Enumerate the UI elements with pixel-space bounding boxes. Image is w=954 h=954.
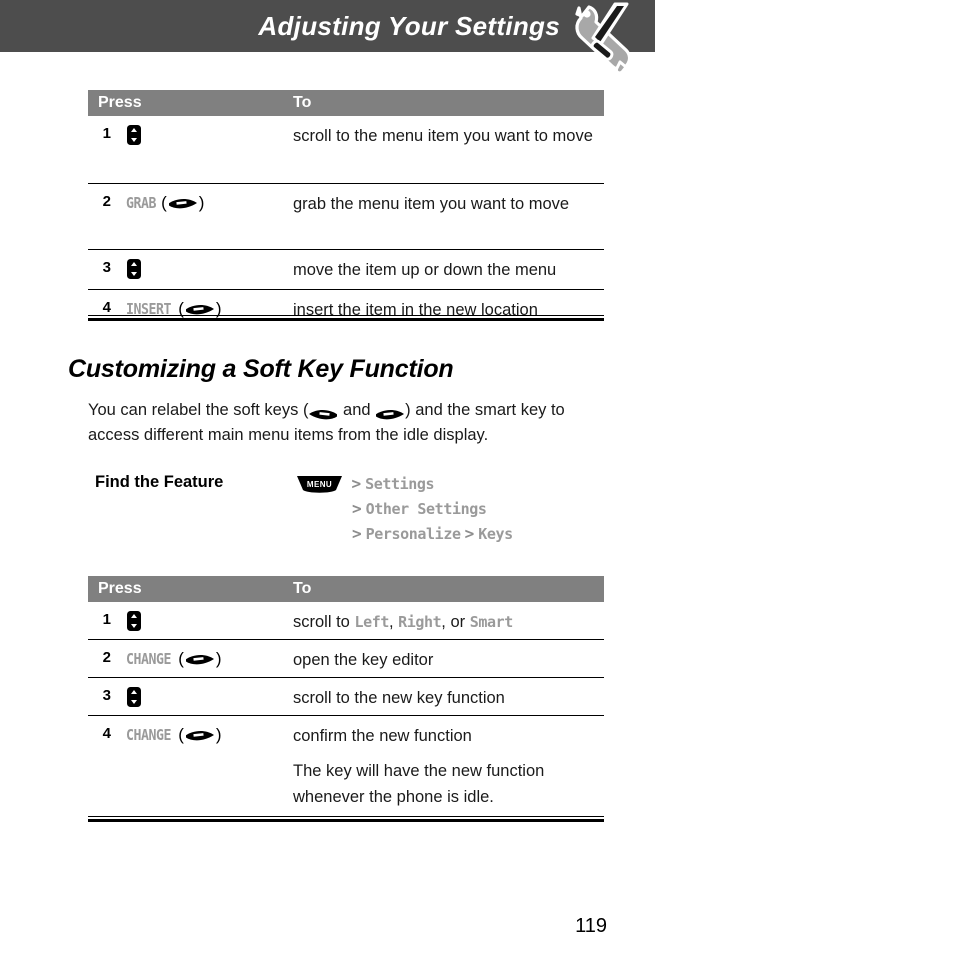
step-key-cell <box>126 256 142 282</box>
page-number: 119 <box>575 915 607 937</box>
paren-close: ) <box>215 725 222 744</box>
scroll-key-icon <box>126 686 142 708</box>
menu-path-item-keys: Keys <box>478 525 513 543</box>
step-number: 4 <box>102 299 111 316</box>
scroll-key-icon <box>126 124 142 146</box>
step-key-cell: CHANGE ( ) <box>126 646 223 672</box>
table-row: 1 scroll to the menu item you want to mo… <box>88 116 604 184</box>
step-number: 1 <box>102 611 111 628</box>
table-row: 3 scroll to the new key function <box>88 678 604 716</box>
body-text-part1: You can relabel the soft keys ( <box>88 401 309 419</box>
table-row: 1 scroll to Left, Right, or Smart <box>88 602 604 640</box>
option-left: Left <box>354 613 389 631</box>
desc-prefix: scroll to <box>293 613 355 631</box>
page-title: Adjusting Your Settings <box>258 11 560 41</box>
paren-open: ( <box>178 725 184 744</box>
step-description: scroll to the menu item you want to move <box>293 127 593 145</box>
scroll-key-icon <box>126 258 142 280</box>
table-row: 2 GRAB ( ) grab the menu item you want t… <box>88 184 604 250</box>
table-row: 2 CHANGE ( ) open the key editor <box>88 640 604 678</box>
soft-key-label: CHANGE <box>126 650 172 668</box>
step-number: 3 <box>102 687 111 704</box>
paren-close: ) <box>198 193 205 212</box>
step-description: open the key editor <box>293 651 434 669</box>
step-description: scroll to Left, Right, or Smart <box>293 609 598 635</box>
step-description: scroll to the new key function <box>293 689 505 707</box>
step-description-line1: confirm the new function <box>293 727 472 745</box>
menu-path-line-3: > Personalize > Keys <box>296 521 513 546</box>
step-description: grab the menu item you want to move <box>293 195 570 213</box>
step-number: 1 <box>102 125 111 142</box>
section-body-paragraph: You can relabel the soft keys ( and ) an… <box>88 398 613 448</box>
column-header-to: To <box>293 580 312 597</box>
menu-path-item-other-settings: Other Settings <box>365 500 487 518</box>
page-header-banner: Adjusting Your Settings <box>0 0 655 52</box>
move-menu-item-table: Press To 1 scroll to the menu item you w… <box>88 90 604 328</box>
column-header-press: Press <box>98 94 142 111</box>
path-separator: > <box>352 524 362 543</box>
step-number: 2 <box>102 649 111 666</box>
right-soft-key-icon <box>185 302 215 316</box>
menu-path-line-2: > Other Settings <box>296 496 513 521</box>
right-soft-key-icon <box>375 404 405 419</box>
wrench-screwdriver-icon <box>565 2 655 75</box>
path-separator: > <box>351 474 362 493</box>
table-bottom-rule <box>88 816 604 822</box>
step-key-cell: GRAB ( ) <box>126 190 205 216</box>
menu-path-item-personalize: Personalize <box>365 525 461 543</box>
find-the-feature-label: Find the Feature <box>95 473 224 491</box>
right-soft-key-icon <box>185 728 215 742</box>
table-row: 4 CHANGE ( ) confirm the new function Th… <box>88 716 604 816</box>
step-key-cell: CHANGE ( ) <box>126 722 223 748</box>
section-heading: Customizing a Soft Key Function <box>68 355 454 383</box>
desc-sep2: , or <box>441 613 470 631</box>
menu-path-line-1: MENU > Settings <box>296 471 513 496</box>
table-row: 4 INSERT ( ) insert the item in the new … <box>88 290 604 328</box>
option-right: Right <box>398 613 442 631</box>
step-key-cell <box>126 684 142 710</box>
step-key-cell <box>126 608 142 634</box>
step-number: 2 <box>102 193 111 210</box>
column-header-press: Press <box>98 580 142 597</box>
table-bottom-rule <box>88 315 604 321</box>
path-separator: > <box>352 499 362 518</box>
svg-text:MENU: MENU <box>307 480 332 489</box>
left-soft-key-icon <box>308 404 338 419</box>
step-description: move the item up or down the menu <box>293 261 557 279</box>
menu-key-icon: MENU <box>296 475 343 494</box>
soft-key-label: CHANGE <box>126 726 172 744</box>
path-separator: > <box>464 524 475 543</box>
scroll-key-icon <box>126 610 142 632</box>
right-soft-key-icon <box>185 652 215 666</box>
right-soft-key-icon <box>168 196 198 210</box>
table-header-row: Press To <box>88 576 604 602</box>
step-description: confirm the new function The key will ha… <box>293 723 598 810</box>
customize-soft-key-table: Press To 1 scroll to Left, Right, or Sma… <box>88 576 604 816</box>
step-key-cell <box>126 122 142 148</box>
table-header-row: Press To <box>88 90 604 116</box>
paren-open: ( <box>161 193 167 212</box>
find-the-feature-path: MENU > Settings > Other Settings > Personal… <box>296 471 513 546</box>
menu-path-item-settings: Settings <box>365 475 435 493</box>
paren-open: ( <box>178 649 184 668</box>
step-number: 4 <box>102 725 111 742</box>
option-smart: Smart <box>469 613 514 631</box>
step-number: 3 <box>102 259 111 276</box>
desc-sep1: , <box>388 613 399 631</box>
body-text-and: and <box>338 401 376 419</box>
column-header-to: To <box>293 94 312 111</box>
paren-close: ) <box>215 649 222 668</box>
table-row: 3 move the item up or down the menu <box>88 250 604 290</box>
step-description-note: The key will have the new function whene… <box>293 762 545 806</box>
soft-key-label: GRAB <box>126 194 157 212</box>
